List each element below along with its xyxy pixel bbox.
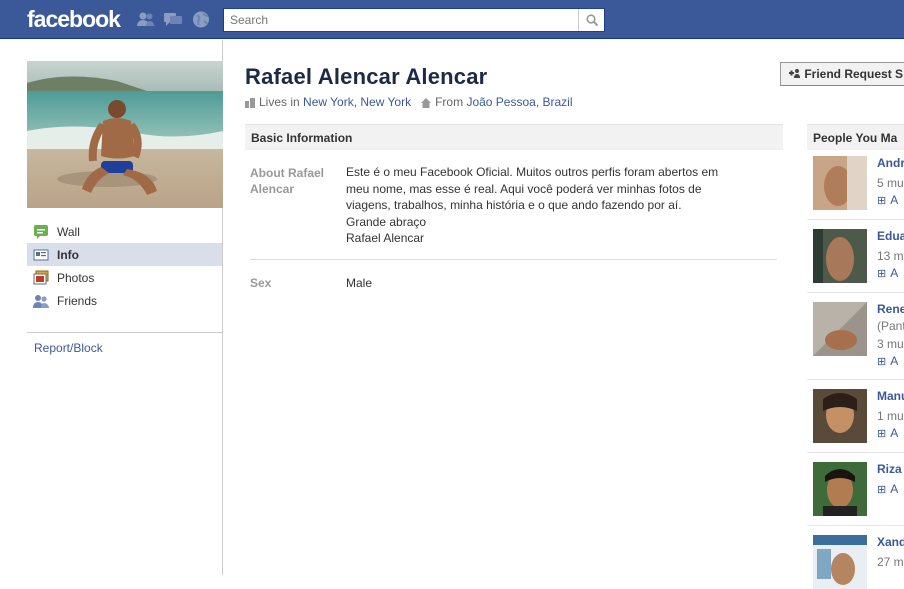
add-friend-link[interactable]: ⊞ A — [877, 482, 898, 496]
person-photo[interactable] — [813, 535, 867, 589]
profile-picture[interactable] — [27, 61, 223, 208]
sidebar-item-friends[interactable]: Friends — [27, 289, 222, 312]
add-friend-link[interactable]: ⊞ A — [877, 266, 898, 280]
person-name[interactable]: Andr — [877, 156, 904, 170]
sidebar-item-label: Photos — [57, 270, 95, 285]
about-label: About Rafael Alencar — [250, 165, 324, 197]
about-label-line: About Rafael — [250, 166, 325, 180]
pymk-divider — [807, 292, 904, 293]
sidebar-item-wall[interactable]: Wall — [27, 220, 222, 243]
add-label: A — [890, 266, 899, 280]
add-friend-icon: ⊞ — [877, 483, 887, 496]
pymk-divider — [807, 379, 904, 380]
sidebar-divider — [27, 332, 222, 333]
sidebar-item-label: Wall — [57, 224, 80, 239]
add-friend-link[interactable]: ⊞ A — [877, 193, 898, 207]
info-divider — [250, 259, 777, 260]
pymk-divider — [807, 525, 904, 526]
add-friend-link[interactable]: ⊞ A — [877, 426, 898, 440]
friend-request-label: Friend Request S — [804, 67, 904, 81]
sex-value: Male — [346, 276, 373, 290]
messages-icon[interactable] — [164, 11, 182, 28]
wall-icon — [33, 224, 49, 240]
search-input[interactable] — [224, 9, 578, 31]
about-text: Este é o meu Facebook Oficial. Muitos ou… — [346, 164, 776, 247]
person-network[interactable]: (Pant — [877, 319, 904, 333]
add-friend-icon: ⊞ — [877, 267, 887, 280]
person-photo[interactable] — [813, 156, 867, 210]
pymk-divider — [807, 219, 904, 220]
info-icon — [33, 247, 49, 263]
about-label-line: Alencar — [250, 182, 295, 196]
profile-side-nav: Wall Info Photos Friends — [27, 220, 222, 312]
from-prefix: From — [435, 95, 464, 109]
person-name[interactable]: Xand — [877, 535, 904, 549]
add-label: A — [890, 482, 899, 496]
profile-name: Rafael Alencar Alencar — [245, 64, 488, 89]
search-button[interactable] — [578, 9, 604, 31]
people-you-may-know-header: People You Ma — [807, 124, 904, 150]
person-photo[interactable] — [813, 302, 867, 356]
photos-icon — [33, 270, 49, 286]
sex-label: Sex — [250, 276, 272, 290]
sidebar-item-label: Friends — [57, 293, 98, 308]
add-friend-icon: ⊞ — [877, 194, 887, 207]
person-name[interactable]: Rene — [877, 302, 904, 316]
about-line: Grande abraço — [346, 214, 427, 229]
person-photo[interactable] — [813, 229, 867, 283]
add-friend-icon — [789, 67, 801, 81]
about-line: viagens, trabalhos, minha história e o q… — [346, 198, 682, 212]
lives-city-link[interactable]: New York, New York — [303, 95, 411, 109]
about-line: Este é o meu Facebook Oficial. Muitos ou… — [346, 165, 719, 179]
person-photo[interactable] — [813, 462, 867, 516]
sidebar-item-info[interactable]: Info — [27, 243, 222, 266]
about-line: Rafael Alencar — [346, 231, 425, 245]
mutual-friends[interactable]: 3 mu — [877, 337, 904, 351]
friends-icon — [33, 293, 49, 309]
mutual-friends[interactable]: 1 mu — [877, 409, 904, 423]
search-icon — [585, 14, 598, 26]
add-friend-icon: ⊞ — [877, 427, 887, 440]
pymk-divider — [807, 452, 904, 453]
sidebar-item-label: Info — [57, 247, 79, 262]
notifications-globe-icon[interactable] — [192, 11, 210, 28]
person-photo[interactable] — [813, 389, 867, 443]
from-city-link[interactable]: João Pessoa, Brazil — [466, 95, 572, 109]
buildings-icon — [245, 97, 255, 108]
add-label: A — [890, 426, 899, 440]
mutual-friends[interactable]: 27 m — [877, 555, 904, 569]
search-box — [223, 8, 605, 32]
mutual-friends[interactable]: 5 mu — [877, 176, 904, 190]
profile-subline: Lives in New York, New York From João Pe… — [245, 95, 573, 109]
add-friend-icon: ⊞ — [877, 355, 887, 368]
friend-requests-icon[interactable] — [137, 11, 155, 28]
facebook-logo[interactable]: facebook — [27, 6, 121, 33]
left-column: Wall Info Photos Friends Report/Block — [0, 40, 223, 575]
friend-request-button[interactable]: Friend Request S — [780, 62, 904, 86]
about-line: meu nome, mas esse é real. Aqui você pod… — [346, 181, 702, 196]
report-block-link[interactable]: Report/Block — [34, 341, 103, 355]
person-name[interactable]: Edua — [877, 229, 904, 243]
add-friend-link[interactable]: ⊞ A — [877, 354, 898, 368]
home-icon — [421, 97, 432, 108]
person-name[interactable]: Riza — [877, 462, 902, 476]
add-label: A — [890, 193, 899, 207]
add-label: A — [890, 354, 899, 368]
lives-prefix: Lives in — [259, 95, 300, 109]
sidebar-item-photos[interactable]: Photos — [27, 266, 222, 289]
person-name[interactable]: Manu — [877, 389, 904, 403]
top-bar: facebook — [0, 0, 904, 39]
basic-info-header: Basic Information — [245, 124, 783, 150]
mutual-friends[interactable]: 13 m — [877, 249, 904, 263]
